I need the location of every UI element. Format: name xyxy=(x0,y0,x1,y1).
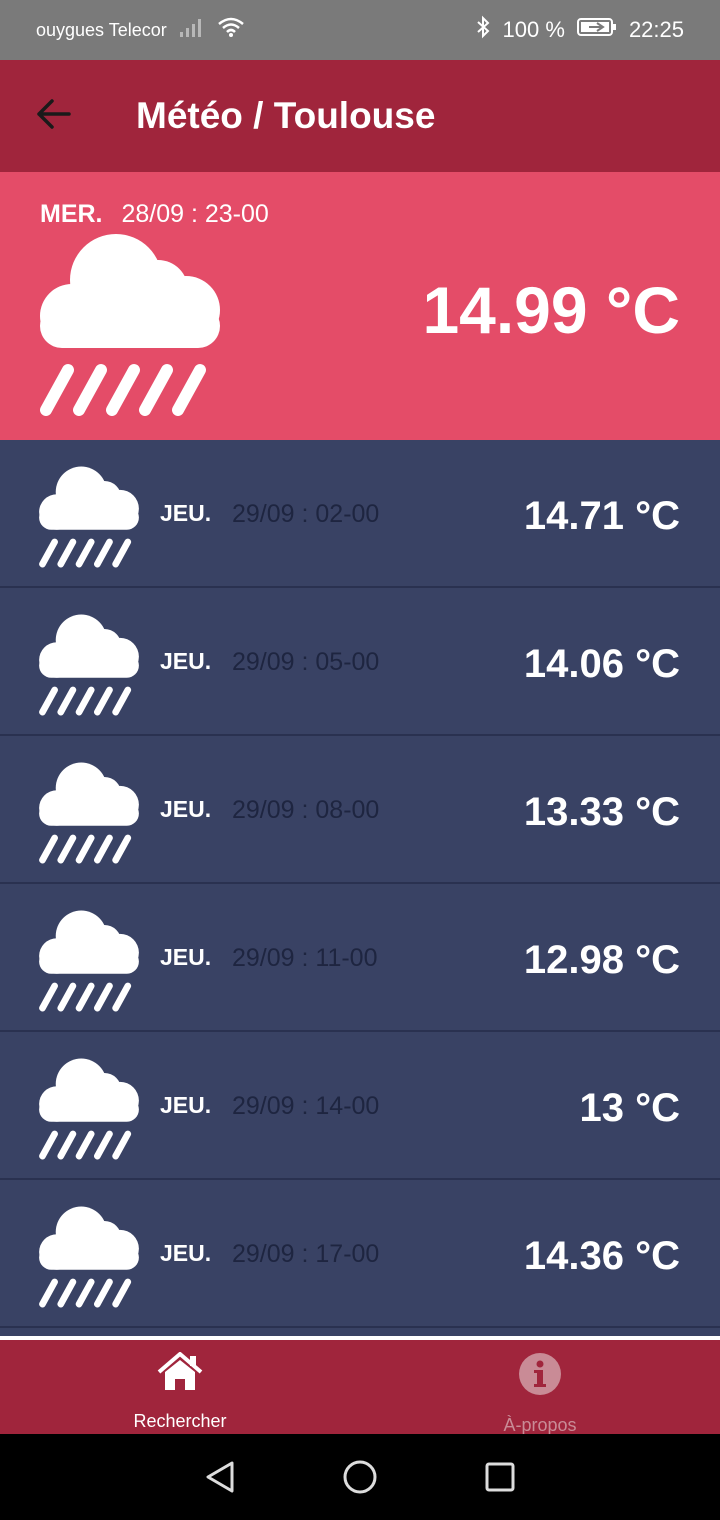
recents-square-button[interactable] xyxy=(480,1457,520,1497)
back-button[interactable] xyxy=(24,86,84,146)
status-left: ouygues Telecor xyxy=(36,16,245,44)
status-bar: ouygues Telecor 100 % 22:25 xyxy=(0,0,720,60)
rain-cloud-icon xyxy=(38,762,140,869)
rain-cloud-icon xyxy=(38,1058,140,1165)
rain-cloud-icon xyxy=(38,234,222,421)
back-triangle-button[interactable] xyxy=(200,1457,240,1497)
clock: 22:25 xyxy=(628,17,684,42)
forecast-date: 29/09 : 02-00 xyxy=(232,500,380,528)
wifi-icon xyxy=(217,16,245,44)
forecast-temperature: 13 °C xyxy=(579,1086,681,1130)
rain-cloud-icon xyxy=(38,910,140,1017)
forecast-date: 29/09 : 14-00 xyxy=(232,1092,380,1120)
system-navigation-bar xyxy=(0,1434,720,1520)
current-day: MER. xyxy=(40,200,103,228)
carrier-name: ouygues Telecor xyxy=(36,19,167,40)
forecast-row[interactable]: JEU. 29/09 : 05-00 14.06 °C xyxy=(0,588,720,736)
forecast-temperature: 13.33 °C xyxy=(523,790,680,834)
forecast-date: 29/09 : 11-00 xyxy=(232,944,378,972)
info-icon xyxy=(518,1352,562,1401)
nav-search-label: Rechercher xyxy=(133,1411,227,1431)
forecast-row[interactable]: JEU. 29/09 : 08-00 13.33 °C xyxy=(0,736,720,884)
forecast-row[interactable]: JEU. 29/09 : 11-00 12.98 °C xyxy=(0,884,720,1032)
current-date: 28/09 : 23-00 xyxy=(121,200,269,228)
nav-about[interactable]: À-propos xyxy=(360,1340,720,1435)
home-circle-button[interactable] xyxy=(340,1457,380,1497)
forecast-temperature: 12.98 °C xyxy=(523,938,680,982)
page-title: Météo / Toulouse xyxy=(136,95,436,136)
battery-percent: 100 % xyxy=(502,17,565,42)
forecast-temperature: 14.71 °C xyxy=(523,494,680,538)
nav-search[interactable]: Rechercher xyxy=(0,1340,360,1434)
forecast-day: JEU. xyxy=(160,1240,212,1266)
home-icon xyxy=(157,1352,203,1397)
forecast-day: JEU. xyxy=(160,1092,212,1118)
forecast-day: JEU. xyxy=(160,796,212,822)
forecast-date: 29/09 : 08-00 xyxy=(232,796,380,824)
forecast-temperature: 14.36 °C xyxy=(523,1234,680,1278)
forecast-day: JEU. xyxy=(160,648,212,674)
forecast-date: 29/09 : 05-00 xyxy=(232,648,380,676)
forecast-temperature: 14.06 °C xyxy=(523,642,680,686)
status-right: 100 % 22:25 xyxy=(475,15,684,45)
bluetooth-icon xyxy=(475,15,491,45)
forecast-list[interactable]: JEU. 29/09 : 02-00 14.71 °C JEU. 29/09 :… xyxy=(0,440,720,1336)
current-temperature: 14.99 °C xyxy=(422,273,680,347)
arrow-left-icon xyxy=(36,98,72,134)
app-bar: Météo / Toulouse xyxy=(0,60,720,172)
current-weather-card: MER. 28/09 : 23-00 14.99 °C xyxy=(0,172,720,440)
bottom-navigation: Rechercher À-propos xyxy=(0,1340,720,1435)
rain-cloud-icon xyxy=(38,1206,140,1313)
forecast-day: JEU. xyxy=(160,500,212,526)
rain-cloud-icon xyxy=(38,466,140,573)
forecast-row[interactable]: JEU. 29/09 : 02-00 14.71 °C xyxy=(0,440,720,588)
forecast-date: 29/09 : 17-00 xyxy=(232,1240,380,1268)
nav-about-label: À-propos xyxy=(503,1415,577,1435)
current-date-line: MER. 28/09 : 23-00 xyxy=(40,200,269,229)
rain-cloud-icon xyxy=(38,614,140,721)
battery-icon xyxy=(576,16,617,44)
forecast-row[interactable]: JEU. 29/09 : 17-00 14.36 °C xyxy=(0,1180,720,1328)
forecast-row[interactable]: JEU. 29/09 : 14-00 13 °C xyxy=(0,1032,720,1180)
signal-icon xyxy=(179,16,205,44)
forecast-day: JEU. xyxy=(160,944,212,970)
